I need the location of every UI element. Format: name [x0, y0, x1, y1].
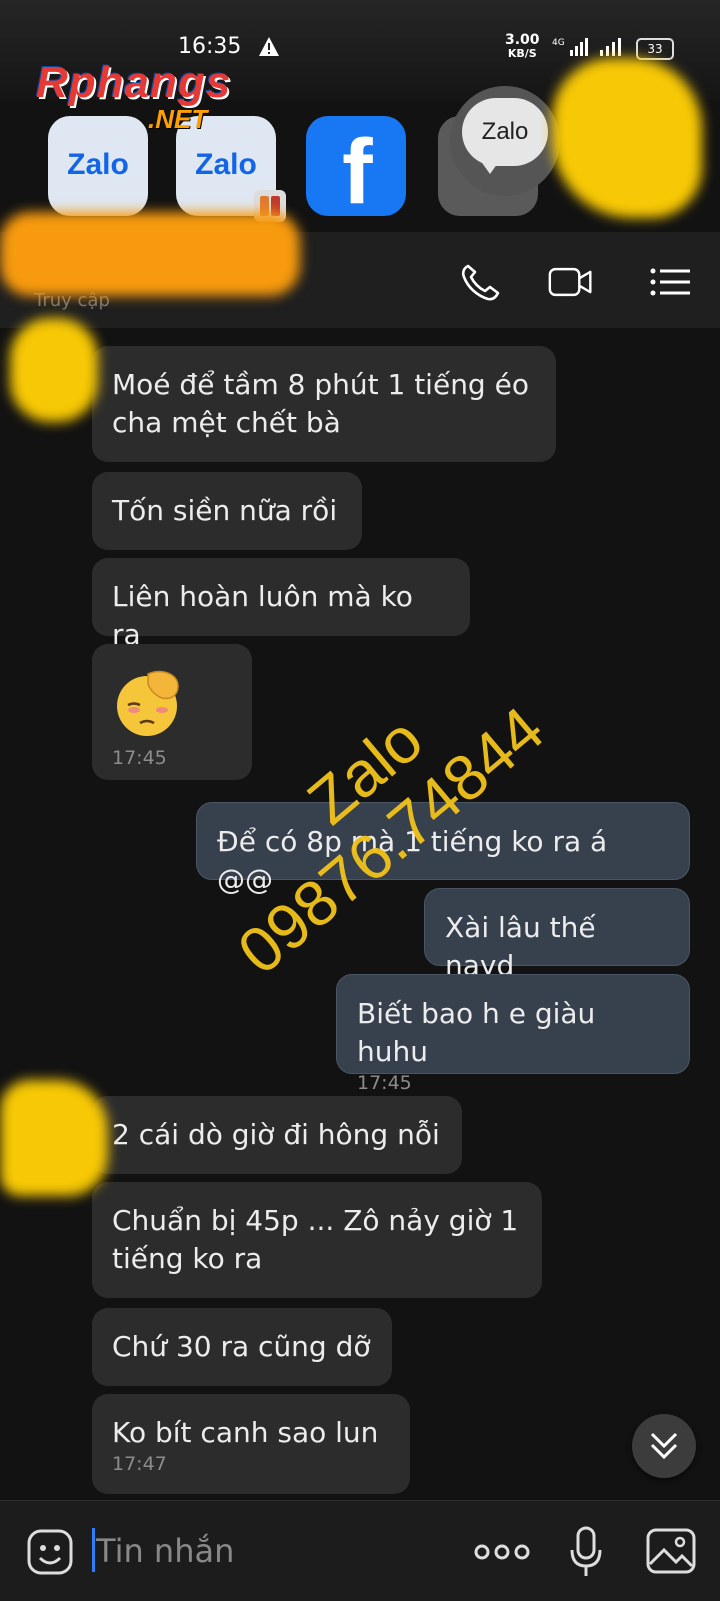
zalo-chat-head[interactable]: Zalo [450, 86, 560, 196]
message-text: Tốn siền nữa rồi [112, 494, 338, 527]
phone-icon[interactable] [458, 262, 504, 302]
message-text: Biết bao h e giàu huhu [357, 997, 596, 1068]
message-bubble[interactable]: Chuẩn bị 45p ... Zô nảy giờ 1 tiếng ko r… [92, 1182, 542, 1298]
zalo-chat-head-icon: Zalo [462, 98, 548, 166]
video-call-icon[interactable] [548, 262, 594, 302]
message-text: Moé để tầm 8 phút 1 tiếng éo [112, 368, 529, 401]
zalo-icon: Zalo [67, 148, 129, 181]
message-text: tiếng ko ra [112, 1242, 263, 1275]
sticker-emoji-icon[interactable] [26, 1528, 74, 1576]
site-logo-suffix: .NET [148, 104, 208, 134]
message-bubble[interactable]: Chứ 30 ra cũng dỡ [92, 1308, 392, 1386]
text-caret [92, 1528, 95, 1572]
net-speed-unit: KB/S [507, 47, 537, 60]
message-bubble[interactable]: 2 cái dò giờ đi hông nỗi [92, 1096, 462, 1174]
zalo-chat-head-label: Zalo [481, 118, 529, 145]
zalo-icon: Zalo [195, 148, 257, 181]
net-speed: 3.00 KB/S [505, 32, 540, 60]
censor-blob [10, 318, 98, 422]
double-chevron-down-icon [650, 1432, 678, 1460]
battery-icon: 33 [636, 38, 674, 60]
zalo-app-shortcut[interactable]: Zalo [48, 116, 148, 216]
menu-icon[interactable] [648, 262, 694, 302]
censor-blob [552, 58, 702, 218]
message-text: cha mệt chết bà [112, 406, 341, 439]
warning-icon [259, 37, 279, 56]
signal-icon [600, 38, 621, 56]
signal-4g-icon: 4G [552, 38, 588, 56]
more-options-icon[interactable] [474, 1538, 530, 1566]
sticker-message[interactable]: 17:45 [92, 644, 252, 780]
message-bubble[interactable]: Xài lâu thế nayd [424, 888, 690, 982]
message-timestamp: 17:45 [357, 1072, 412, 1094]
censor-blob [0, 212, 300, 296]
facebook-app-shortcut[interactable]: f [306, 116, 406, 223]
message-bubble[interactable]: Biết bao h e giàu huhu 17:45 [336, 974, 690, 1094]
net-speed-value: 3.00 [505, 32, 540, 48]
facepalm-emoji-icon [117, 670, 179, 736]
microphone-icon[interactable] [568, 1526, 604, 1578]
message-timestamp: 17:45 [112, 747, 167, 769]
status-time: 16:35 [178, 34, 242, 59]
network-label: 4G [552, 38, 565, 48]
message-bubble[interactable]: Ko bít canh sao lun 17:47 [92, 1394, 410, 1494]
message-timestamp: 17:47 [112, 1453, 167, 1475]
message-text: 2 cái dò giờ đi hông nỗi [112, 1118, 440, 1151]
message-bubble[interactable]: Moé để tầm 8 phút 1 tiếng éo cha mệt chế… [92, 346, 556, 462]
message-input[interactable]: Tin nhắn [96, 1532, 234, 1570]
message-text: Liên hoàn luôn mà ko ra [112, 580, 413, 651]
message-text: Chứ 30 ra cũng dỡ [112, 1330, 371, 1363]
scroll-to-bottom-button[interactable] [632, 1414, 696, 1478]
image-gallery-icon[interactable] [646, 1528, 696, 1574]
site-logo: Rphangs [36, 58, 232, 107]
facebook-icon: f [342, 121, 373, 223]
censor-blob [0, 1080, 108, 1196]
message-text: Chuẩn bị 45p ... Zô nảy giờ 1 [112, 1204, 519, 1237]
message-bubble[interactable]: Tốn siền nữa rồi [92, 472, 362, 550]
message-text: Ko bít canh sao lun [112, 1416, 379, 1449]
message-bubble[interactable]: Liên hoàn luôn mà ko ra [92, 558, 470, 651]
